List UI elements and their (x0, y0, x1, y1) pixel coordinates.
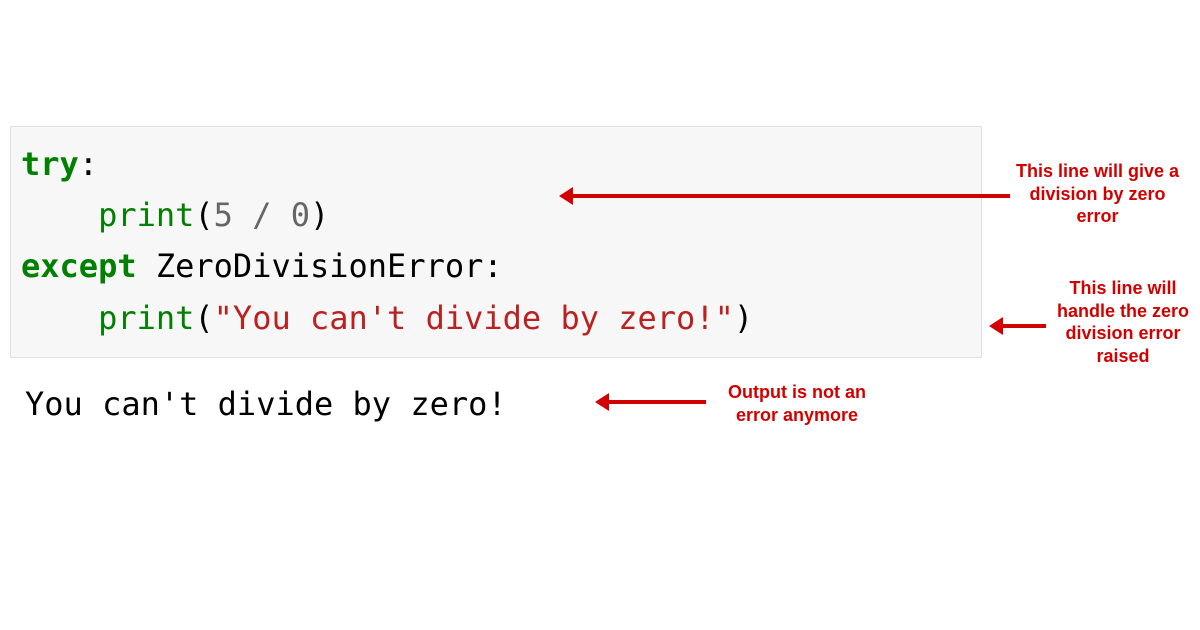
fn-print: print (98, 196, 194, 234)
code-line-4: print("You can't divide by zero!") (21, 293, 971, 344)
lparen: ( (194, 299, 213, 337)
lparen: ( (194, 196, 213, 234)
arrow-icon (1000, 324, 1046, 328)
space (233, 196, 252, 234)
op-div: / (252, 196, 271, 234)
output-line: You can't divide by zero! (25, 385, 507, 423)
annotation-division-error: This line will give a division by zero e… (1010, 160, 1185, 228)
indent (21, 196, 98, 234)
num-5: 5 (214, 196, 233, 234)
rparen: ) (734, 299, 753, 337)
num-0: 0 (291, 196, 310, 234)
ident-zerodivisionerror: ZeroDivisionError (156, 247, 484, 285)
code-line-3: except ZeroDivisionError: (21, 241, 971, 292)
space (137, 247, 156, 285)
keyword-try: try (21, 145, 79, 183)
colon: : (483, 247, 502, 285)
annotation-output: Output is not an error anymore (712, 381, 882, 426)
rparen: ) (310, 196, 329, 234)
fn-print: print (98, 299, 194, 337)
string-literal: "You can't divide by zero!" (214, 299, 734, 337)
indent (21, 299, 98, 337)
colon: : (79, 145, 98, 183)
code-line-1: try: (21, 139, 971, 190)
code-block: try: print(5 / 0) except ZeroDivisionErr… (10, 126, 982, 358)
arrow-icon (570, 194, 1010, 198)
keyword-except: except (21, 247, 137, 285)
annotation-handle-error: This line will handle the zero division … (1048, 277, 1198, 367)
space (271, 196, 290, 234)
arrow-icon (606, 400, 706, 404)
